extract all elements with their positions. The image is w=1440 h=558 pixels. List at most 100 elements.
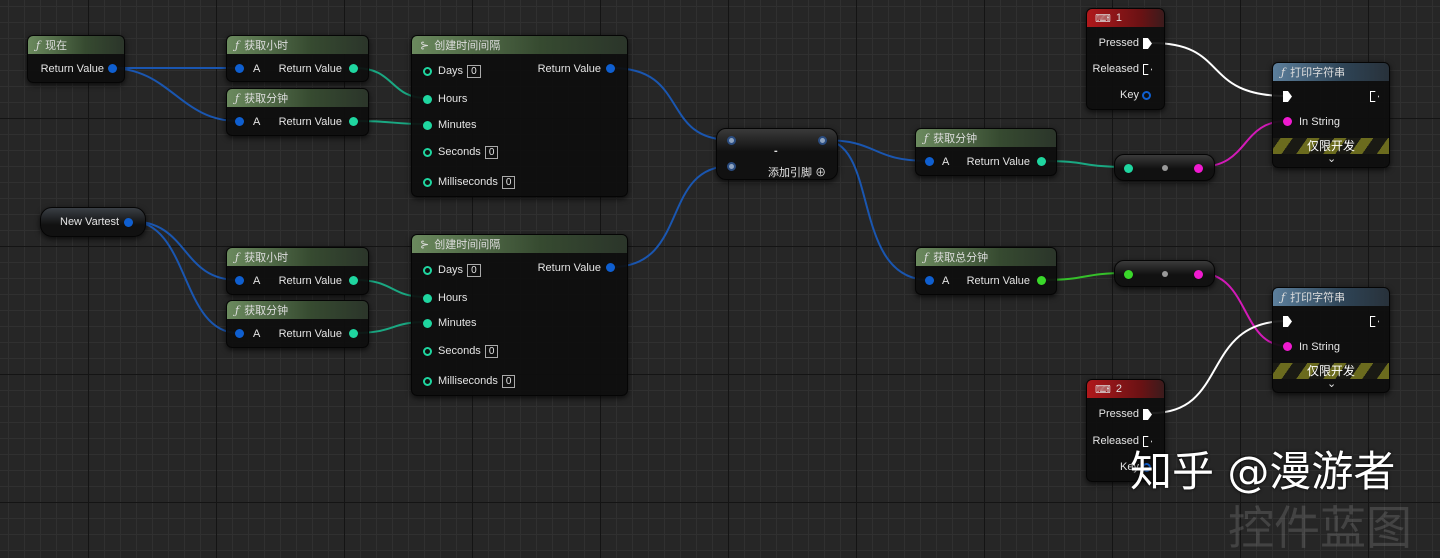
node-make-timespan[interactable]: ⊱ 创建时间间隔 Days 0 Hours Minutes Seconds 0 Mil… (411, 35, 628, 197)
node-title: 创建时间间隔 (434, 40, 501, 52)
wire-struct (822, 139, 930, 281)
pin-label: In String (1299, 116, 1340, 128)
conversion-dot-icon (1162, 165, 1168, 171)
input-pin[interactable] (1283, 342, 1292, 351)
function-icon: ƒ (235, 91, 240, 105)
pin-label: A (253, 275, 261, 287)
input-pin[interactable] (423, 294, 432, 303)
function-icon: ƒ (36, 38, 41, 52)
node-get-minute[interactable]: ƒ 获取分钟 A Return Value (226, 300, 369, 348)
chevron-down-icon[interactable]: ⌄ (1327, 152, 1336, 165)
output-pin[interactable] (124, 218, 133, 227)
node-title: 获取分钟 (933, 133, 978, 145)
node-title: 获取分钟 (244, 93, 289, 105)
struct-icon: ⊱ (420, 39, 430, 52)
input-pin[interactable] (235, 64, 244, 73)
node-title: 获取总分钟 (933, 252, 989, 264)
input-pin[interactable] (727, 162, 736, 171)
milliseconds-input[interactable]: 0 (501, 375, 516, 388)
output-pin[interactable] (1194, 164, 1203, 173)
output-pin[interactable] (818, 136, 827, 145)
pin-label: A (253, 116, 261, 128)
node-title: 打印字符串 (1290, 67, 1346, 79)
function-icon: ƒ (235, 38, 240, 52)
add-pin-button[interactable]: 添加引脚 ⊕ (768, 164, 826, 179)
days-input[interactable]: 0 (467, 264, 481, 277)
pin-label: A (942, 275, 950, 287)
node-get-hour[interactable]: ƒ 获取小时 A Return Value (226, 35, 369, 82)
node-now[interactable]: ƒ 现在 Return Value (27, 35, 125, 83)
output-pin[interactable] (1194, 270, 1203, 279)
pin-label: Return Value (278, 275, 342, 287)
node-print-string[interactable]: ƒ 打印字符串 In String 仅限开发 ⌄ (1272, 62, 1390, 168)
seconds-input[interactable]: 0 (484, 345, 499, 358)
input-pin[interactable] (235, 117, 244, 126)
exec-output-pin[interactable] (1143, 38, 1152, 49)
node-make-timespan[interactable]: ⊱ 创建时间间隔 Days 0 Hours Minutes Seconds 0 Mil… (411, 234, 628, 396)
input-pin[interactable] (235, 276, 244, 285)
input-pin[interactable] (423, 121, 432, 130)
output-pin[interactable] (1142, 91, 1151, 100)
output-pin[interactable] (1037, 157, 1046, 166)
pin-label: Seconds (438, 146, 481, 158)
conversion-dot-icon (1162, 271, 1168, 277)
days-input[interactable]: 0 (467, 65, 481, 78)
node-get-hour[interactable]: ƒ 获取小时 A Return Value (226, 247, 369, 295)
pin-label: Pressed (1098, 37, 1139, 49)
input-pin[interactable] (925, 276, 934, 285)
input-pin[interactable] (1124, 164, 1133, 173)
output-pin[interactable] (108, 64, 117, 73)
node-get-total-minutes[interactable]: ƒ 获取总分钟 A Return Value (915, 247, 1057, 295)
output-pin[interactable] (349, 64, 358, 73)
input-pin[interactable] (423, 347, 432, 356)
input-pin[interactable] (423, 377, 432, 386)
function-icon: ƒ (924, 131, 929, 145)
chevron-down-icon[interactable]: ⌄ (1327, 377, 1336, 390)
output-pin[interactable] (606, 64, 615, 73)
exec-output-pin[interactable] (1143, 64, 1152, 75)
node-key-event-1[interactable]: ⌨ 1 Pressed Released Key (1086, 8, 1165, 110)
output-pin[interactable] (606, 263, 615, 272)
input-pin[interactable] (423, 148, 432, 157)
node-get-minute[interactable]: ƒ 获取分钟 A Return Value (226, 88, 369, 136)
node-title: 获取分钟 (244, 305, 289, 317)
function-icon: ƒ (235, 303, 240, 317)
node-int-to-string[interactable] (1114, 154, 1215, 181)
pin-label: Seconds (438, 345, 481, 357)
exec-output-pin[interactable] (1370, 316, 1379, 327)
exec-output-pin[interactable] (1143, 409, 1152, 420)
node-get-minute[interactable]: ƒ 获取分钟 A Return Value (915, 128, 1057, 176)
node-title: 获取小时 (244, 252, 289, 264)
pin-label: A (942, 156, 950, 168)
input-pin[interactable] (925, 157, 934, 166)
node-title: 1 (1115, 12, 1123, 24)
node-variable-new-vartest[interactable]: New Vartest (40, 207, 146, 237)
node-int64-to-string[interactable] (1114, 260, 1215, 287)
pin-label: Minutes (438, 317, 477, 329)
input-pin[interactable] (423, 319, 432, 328)
node-title: 现在 (45, 40, 68, 52)
input-pin[interactable] (1124, 270, 1133, 279)
exec-output-pin[interactable] (1370, 91, 1379, 102)
input-pin[interactable] (423, 67, 432, 76)
seconds-input[interactable]: 0 (484, 146, 499, 159)
node-subtract[interactable]: - 添加引脚 ⊕ (716, 128, 838, 180)
output-pin[interactable] (349, 329, 358, 338)
input-pin[interactable] (1283, 117, 1292, 126)
pin-label: Minutes (438, 119, 477, 131)
node-print-string[interactable]: ƒ 打印字符串 In String 仅限开发 ⌄ (1272, 287, 1390, 393)
input-pin[interactable] (235, 329, 244, 338)
output-pin[interactable] (1037, 276, 1046, 285)
milliseconds-input[interactable]: 0 (501, 176, 516, 189)
input-pin[interactable] (727, 136, 736, 145)
pin-label: Key (1120, 89, 1139, 101)
exec-input-pin[interactable] (1283, 91, 1292, 102)
input-pin[interactable] (423, 178, 432, 187)
output-pin[interactable] (349, 276, 358, 285)
pin-label: Return Value (278, 116, 342, 128)
wire-exec (1151, 42, 1288, 97)
input-pin[interactable] (423, 266, 432, 275)
output-pin[interactable] (349, 117, 358, 126)
input-pin[interactable] (423, 95, 432, 104)
exec-input-pin[interactable] (1283, 316, 1292, 327)
